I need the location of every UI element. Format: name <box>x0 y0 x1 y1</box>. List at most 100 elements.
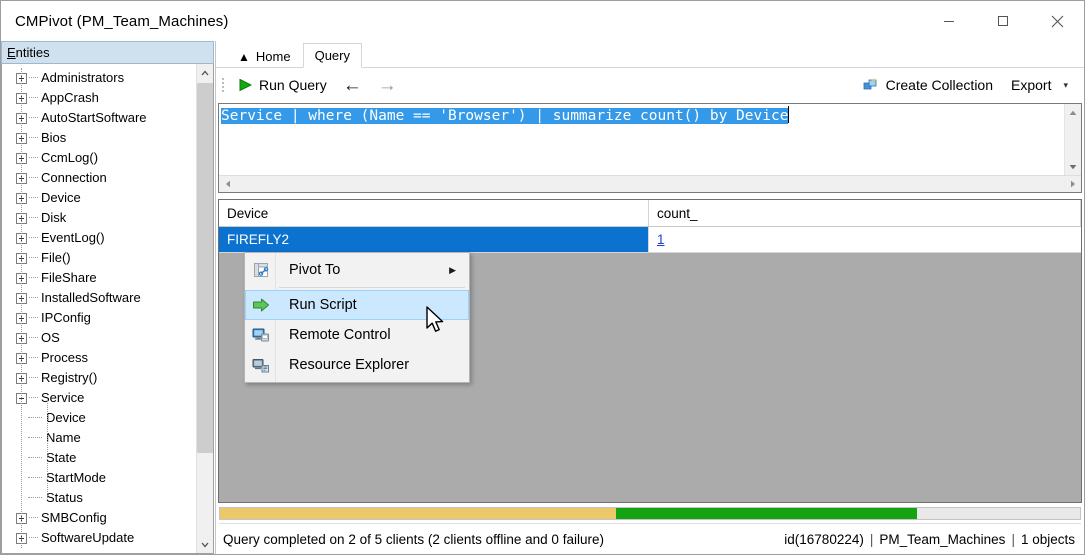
entities-tree-container: Administrators AppCrash AutoStartSoftware B… <box>1 64 214 554</box>
status-separator-2: | <box>1011 531 1015 547</box>
scroll-up-button[interactable] <box>197 64 213 81</box>
tree-item-label: AppCrash <box>41 90 99 105</box>
status-id: id(16780224) <box>784 531 864 547</box>
export-button[interactable]: Export ▾ <box>1003 72 1076 98</box>
tree-item-ipconfig[interactable]: IPConfig <box>2 308 196 328</box>
chevron-down-icon: ▾ <box>1063 79 1068 90</box>
resource-explorer-icon <box>246 356 276 374</box>
minimize-button[interactable] <box>922 1 976 41</box>
menu-item-remote-control[interactable]: Remote Control <box>245 320 469 350</box>
arrow-right-icon: → <box>377 74 397 96</box>
query-editor-textarea[interactable]: Service | where (Name == 'Browser') | su… <box>219 104 1064 175</box>
create-collection-button[interactable]: Create Collection <box>855 72 1001 98</box>
tree-item-label: IPConfig <box>41 310 91 325</box>
back-button[interactable]: ← <box>335 72 370 98</box>
run-script-icon <box>246 296 276 314</box>
menu-item-run-script[interactable]: Run Script <box>245 290 469 320</box>
tree-connector-line <box>29 157 38 159</box>
tree-item-registry[interactable]: Registry() <box>2 368 196 388</box>
editor-vertical-scrollbar[interactable] <box>1064 104 1081 175</box>
tree-item-fileshare[interactable]: FileShare <box>2 268 196 288</box>
tree-item-label: AutoStartSoftware <box>41 110 147 125</box>
results-grid-header: Device count_ <box>219 200 1081 227</box>
editor-scroll-up-button[interactable] <box>1065 104 1081 121</box>
tree-item-label: EventLog() <box>41 230 105 245</box>
submenu-arrow-icon: ▶ <box>449 264 456 275</box>
cell-device[interactable]: FIREFLY2 <box>219 227 649 253</box>
minimize-icon <box>944 21 954 22</box>
query-editor[interactable]: Service | where (Name == 'Browser') | su… <box>218 103 1082 193</box>
editor-horizontal-scrollbar[interactable] <box>219 175 1081 192</box>
tree-item-label: Device <box>46 410 86 425</box>
tree-item-name[interactable]: Name <box>2 428 196 448</box>
tree-connector-line <box>29 337 38 339</box>
tree-item-device[interactable]: Device <box>2 408 196 428</box>
forward-button[interactable]: → <box>370 72 405 98</box>
tree-item-softwareupdate[interactable]: SoftwareUpdate <box>2 528 196 548</box>
scroll-track[interactable] <box>197 81 213 536</box>
tree-item-service[interactable]: Service <box>2 388 196 408</box>
tree-item-process[interactable]: Process <box>2 348 196 368</box>
tree-item-smbconfig[interactable]: SMBConfig <box>2 508 196 528</box>
entities-tree[interactable]: Administrators AppCrash AutoStartSoftware B… <box>2 64 196 553</box>
tree-item-connection[interactable]: Connection <box>2 168 196 188</box>
tree-item-label: SoftwareUpdate <box>41 530 135 545</box>
scroll-down-button[interactable] <box>197 536 213 553</box>
title-bar: CMPivot (PM_Team_Machines) <box>1 1 1084 41</box>
column-header-count[interactable]: count_ <box>649 200 1081 226</box>
count-link[interactable]: 1 <box>657 232 665 247</box>
window-title: CMPivot (PM_Team_Machines) <box>15 12 229 30</box>
entities-scrollbar[interactable] <box>196 64 213 553</box>
tree-item-ccmlog[interactable]: CcmLog() <box>2 148 196 168</box>
editor-scroll-down-button[interactable] <box>1065 158 1081 175</box>
tree-branch-line <box>28 477 42 479</box>
editor-hscroll-track[interactable] <box>236 176 1064 193</box>
tree-item-appcrash[interactable]: AppCrash <box>2 88 196 108</box>
editor-scroll-left-button[interactable] <box>219 176 236 193</box>
menu-item-resource-explorer[interactable]: Resource Explorer <box>245 350 469 380</box>
tab-home-label: Home <box>255 49 291 64</box>
tree-connector-line <box>29 397 38 399</box>
tree-item-installedsoftware[interactable]: InstalledSoftware <box>2 288 196 308</box>
toolbar-grip[interactable] <box>220 75 226 95</box>
tree-connector-line <box>29 317 38 319</box>
maximize-button[interactable] <box>976 1 1030 41</box>
tab-query[interactable]: Query <box>302 43 362 68</box>
cell-count[interactable]: 1 <box>649 227 1081 253</box>
chevron-down-icon <box>201 542 209 547</box>
progress-segment-remaining <box>916 508 1080 519</box>
tree-item-label: StartMode <box>46 470 106 485</box>
tree-item-administrators[interactable]: Administrators <box>2 68 196 88</box>
menu-item-pivot-to[interactable]: Pivot To ▶ <box>245 255 469 285</box>
tree-connector-line <box>29 177 38 179</box>
query-text-line: Service | where (Name == 'Browser') | su… <box>221 106 790 126</box>
remote-control-icon <box>246 326 276 344</box>
tree-item-bios[interactable]: Bios <box>2 128 196 148</box>
tree-connector-line <box>29 137 38 139</box>
tree-item-disk[interactable]: Disk <box>2 208 196 228</box>
menu-item-pivot-to-label: Pivot To <box>289 262 341 278</box>
tree-connector-line <box>29 537 38 539</box>
create-collection-label: Create Collection <box>885 77 993 93</box>
tree-item-label: Registry() <box>41 370 98 385</box>
scroll-thumb[interactable] <box>197 83 213 453</box>
table-row[interactable]: FIREFLY2 1 <box>219 227 1081 253</box>
tree-item-file[interactable]: File() <box>2 248 196 268</box>
chevron-up-icon <box>201 70 209 75</box>
home-icon: ▲ <box>238 49 250 64</box>
tree-item-state[interactable]: State <box>2 448 196 468</box>
column-header-device[interactable]: Device <box>219 200 649 226</box>
editor-scroll-track[interactable] <box>1065 121 1081 158</box>
close-button[interactable] <box>1030 1 1084 41</box>
editor-scroll-right-button[interactable] <box>1064 176 1081 193</box>
tree-branch-line <box>28 417 42 419</box>
tab-home[interactable]: ▲ Home <box>226 44 303 68</box>
tree-item-autostartsoftware[interactable]: AutoStartSoftware <box>2 108 196 128</box>
tree-item-startmode[interactable]: StartMode <box>2 468 196 488</box>
tree-item-eventlog[interactable]: EventLog() <box>2 228 196 248</box>
tree-item-status[interactable]: Status <box>2 488 196 508</box>
tree-item-os[interactable]: OS <box>2 328 196 348</box>
run-query-button[interactable]: Run Query <box>230 72 335 98</box>
tree-item-device[interactable]: Device <box>2 188 196 208</box>
tree-connector-line <box>29 217 38 219</box>
